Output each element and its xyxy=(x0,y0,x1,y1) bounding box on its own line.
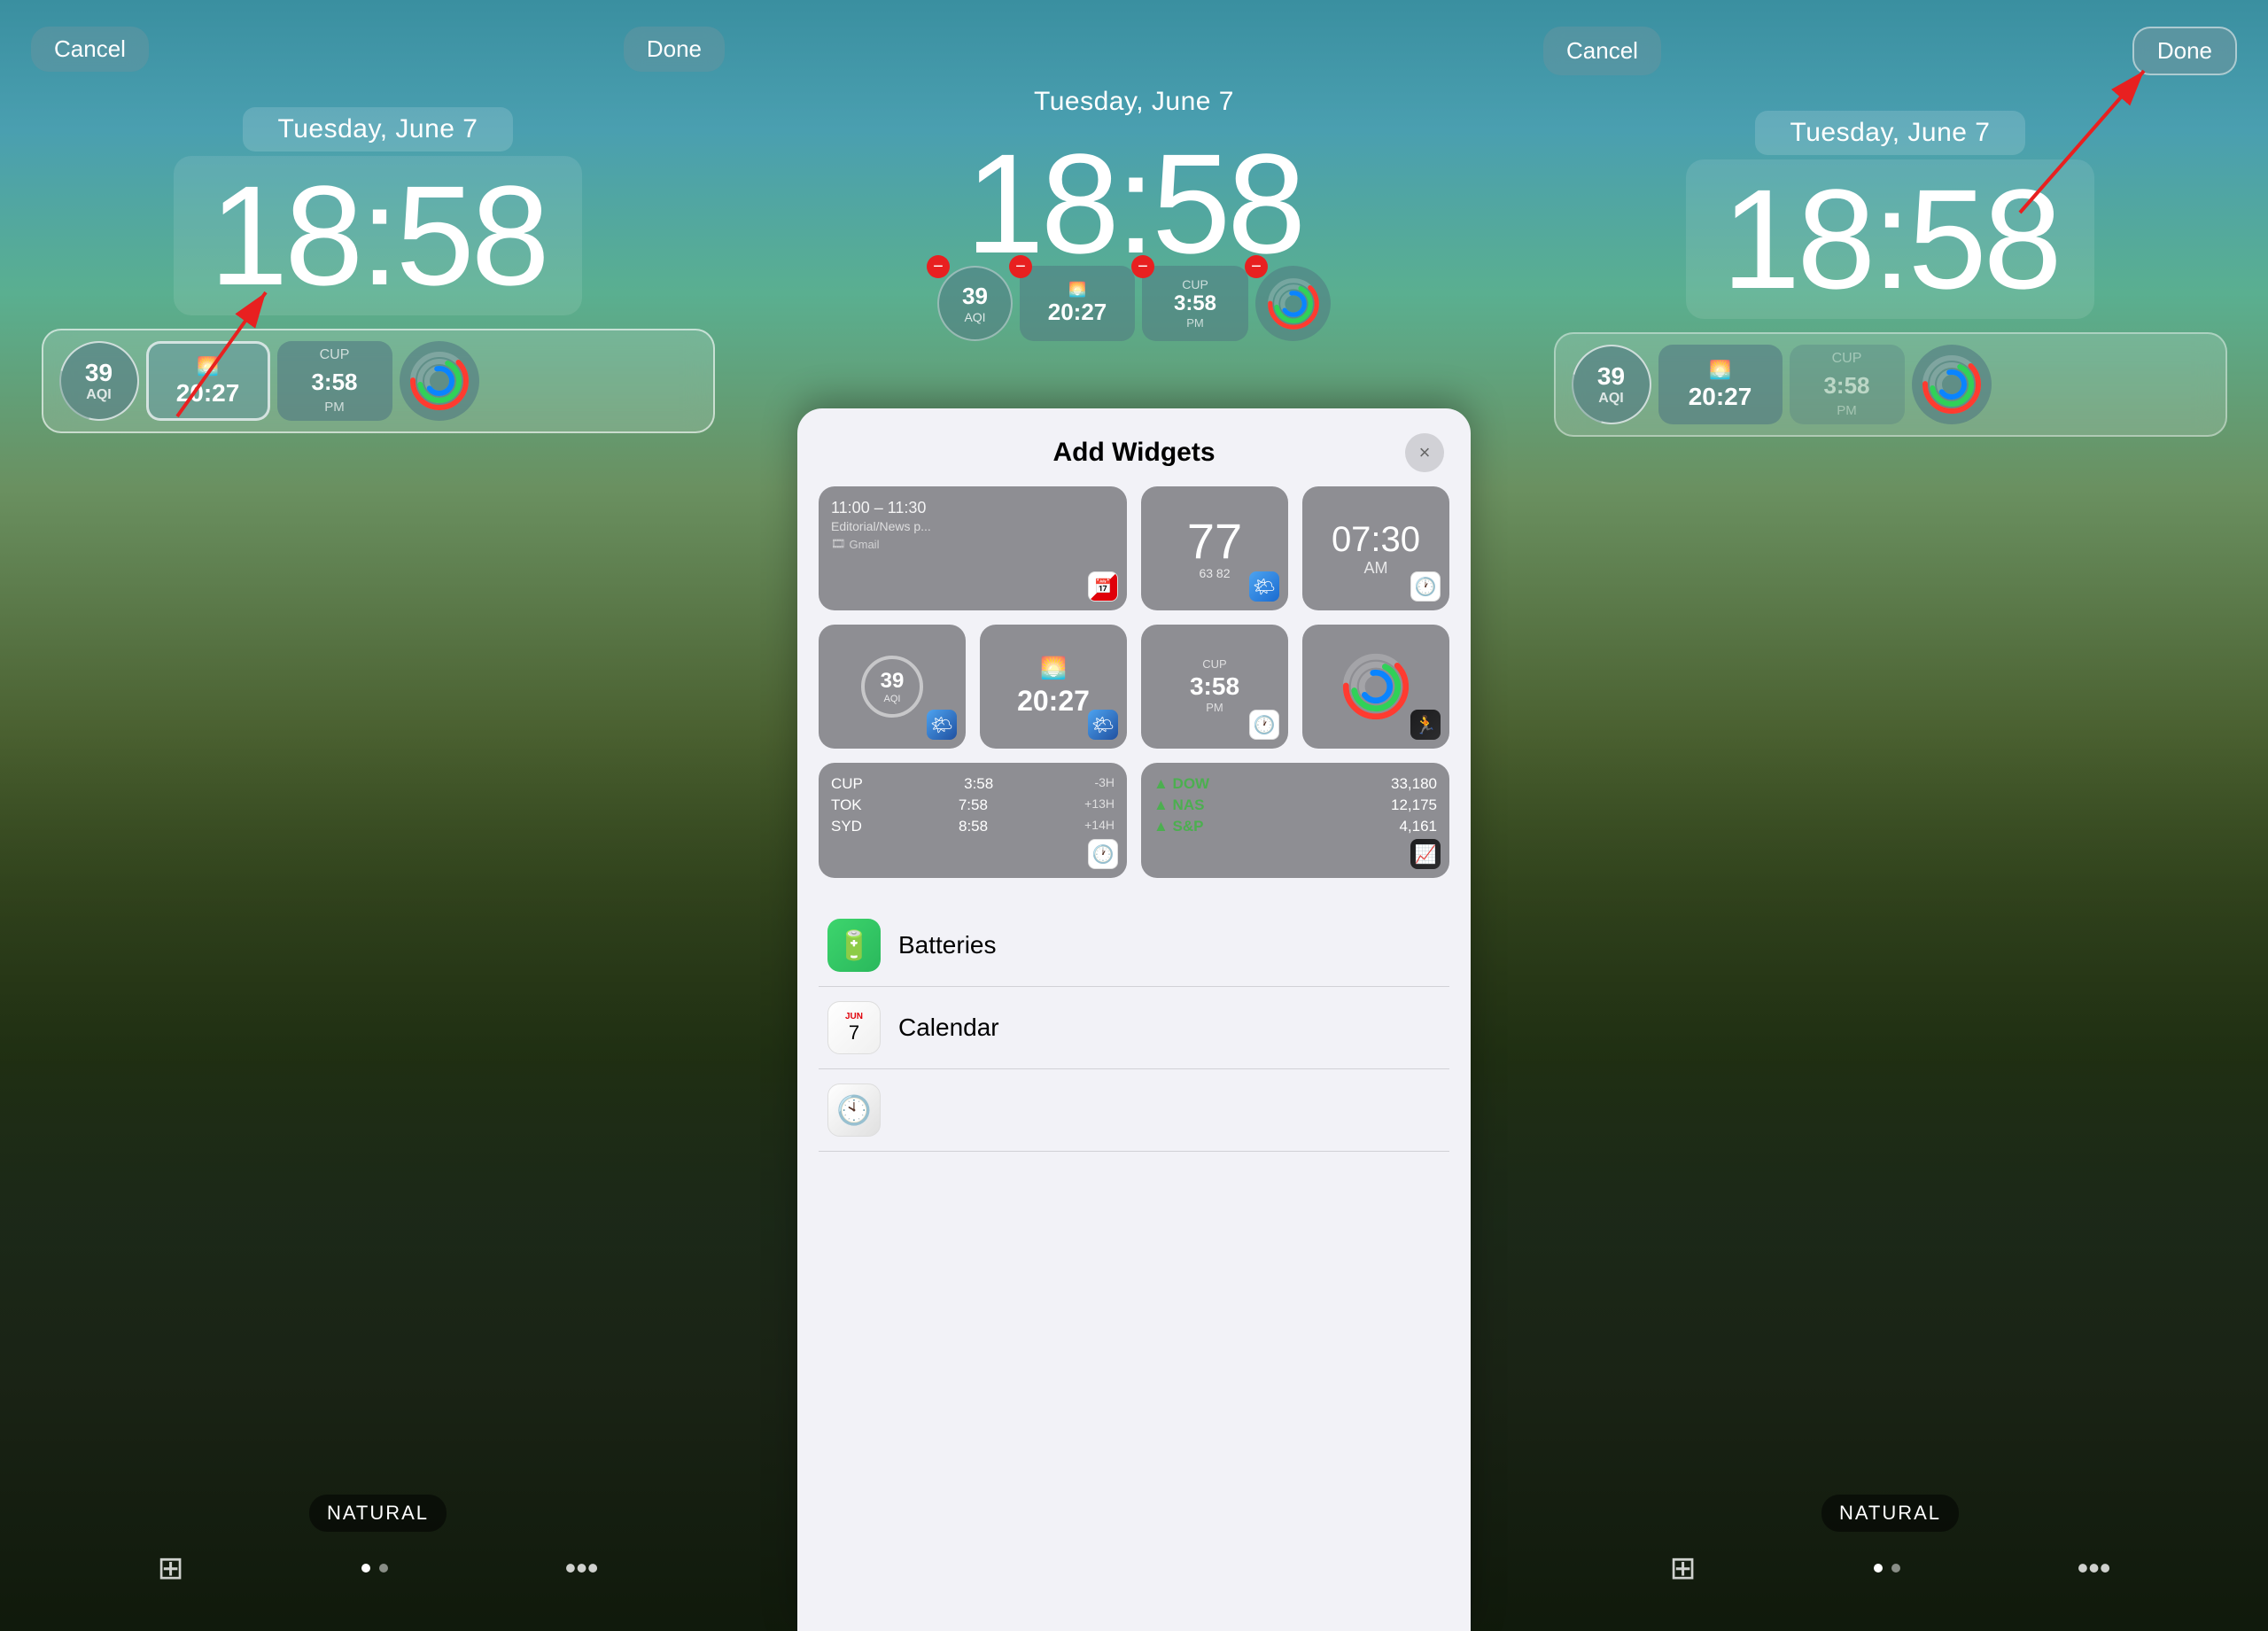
left-cancel-button[interactable]: Cancel xyxy=(31,27,149,72)
dot-1 xyxy=(361,1564,370,1573)
clock-badge: 🕐 xyxy=(1410,571,1441,602)
minus-aqi[interactable]: − xyxy=(927,255,950,278)
middle-widget-bar: 39 AQI − 🌅 20:27 − CUP 3:58 PM − xyxy=(937,266,1331,341)
mid-clock-edit: 🌅 20:27 − xyxy=(1020,266,1135,341)
right-panel: Cancel Done Tuesday, June 7 18:58 39 AQI… xyxy=(1512,0,2268,1631)
left-panel: Cancel Done Tuesday, June 7 18:58 39 AQI… xyxy=(0,0,756,1631)
modal-header: Add Widgets × xyxy=(797,408,1471,486)
calendar-app-row[interactable]: JUN 7 Calendar xyxy=(819,987,1449,1069)
weather-badge: 🌤 xyxy=(1249,571,1279,602)
left-ring-widget xyxy=(400,341,479,421)
left-top-buttons: Cancel Done xyxy=(0,0,756,72)
mid-aqi-edit: 39 AQI − xyxy=(937,266,1013,341)
minus-clock[interactable]: − xyxy=(1009,255,1032,278)
right-widget-bar: 39 AQI 🌅 20:27 CUP 3:58 PM xyxy=(1554,332,2227,437)
modal-close-button[interactable]: × xyxy=(1405,433,1444,472)
sun-clock-badge: 🌤 xyxy=(1088,710,1118,740)
add-widgets-modal: Add Widgets × 11:00 – 11:30 Editorial/Ne… xyxy=(797,408,1471,1631)
cup-clock-badge: 🕐 xyxy=(1249,710,1279,740)
left-more-icon: ••• xyxy=(565,1549,599,1587)
mid-cup-edit: CUP 3:58 PM − xyxy=(1142,266,1248,341)
left-page-dots xyxy=(361,1564,388,1573)
right-aqi-widget: 39 AQI xyxy=(1572,345,1651,424)
clock-alarm-cell[interactable]: 07:30 AM 🕐 xyxy=(1302,486,1449,610)
right-filter-label: NATURAL xyxy=(1821,1495,1959,1532)
calendar-icon: JUN 7 xyxy=(827,1001,881,1054)
calendar-widget-cell[interactable]: 11:00 – 11:30 Editorial/News p... 🎞 Gmai… xyxy=(819,486,1127,610)
batteries-app-row[interactable]: 🔋 Batteries xyxy=(819,905,1449,987)
ring-badge: 🏃 xyxy=(1410,710,1441,740)
left-done-button[interactable]: Done xyxy=(624,27,725,72)
right-page-dots xyxy=(1874,1564,1900,1573)
stocks-badge: 📈 xyxy=(1410,839,1441,869)
left-arrow xyxy=(89,283,310,461)
right-arrow xyxy=(1949,35,2215,257)
middle-panel: Tuesday, June 7 18:58 39 AQI − 🌅 20:27 −… xyxy=(756,0,1512,1631)
right-cup-widget: CUP 3:58 PM xyxy=(1790,345,1905,424)
modal-title: Add Widgets xyxy=(863,438,1405,468)
calendar-label: Calendar xyxy=(898,1014,999,1042)
stocks-widget-cell[interactable]: ▲ DOW 33,180 ▲ NAS 12,175 ▲ S&P 4,161 📈 xyxy=(1141,763,1449,878)
left-filter-label: NATURAL xyxy=(309,1495,447,1532)
calendar-badge: 📅 xyxy=(1088,571,1118,602)
minus-cup[interactable]: − xyxy=(1131,255,1154,278)
right-cancel-button[interactable]: Cancel xyxy=(1543,27,1661,75)
batteries-label: Batteries xyxy=(898,931,997,959)
left-bottom-icons: ⊞ ••• xyxy=(158,1549,599,1587)
left-date: Tuesday, June 7 xyxy=(243,107,514,151)
right-sun-icon: 🌅 xyxy=(1709,359,1731,381)
batteries-icon: 🔋 xyxy=(827,919,881,972)
right-bottom-icons: ⊞ ••• xyxy=(1670,1549,2111,1587)
right-dot-2 xyxy=(1891,1564,1900,1573)
right-dot-1 xyxy=(1874,1564,1883,1573)
right-clock-widget: 🌅 20:27 xyxy=(1658,345,1783,424)
right-ring-widget xyxy=(1912,345,1992,424)
clock-app-row[interactable]: 🕙 xyxy=(819,1069,1449,1152)
mid-ring-edit: − xyxy=(1255,266,1331,341)
aqi-badge: 🌤 xyxy=(927,710,957,740)
aqi-widget-cell[interactable]: 39 AQI 🌤 xyxy=(819,625,966,749)
right-photo-icon: ⊞ xyxy=(1670,1549,1697,1587)
ring-widget-cell[interactable]: 🏃 xyxy=(1302,625,1449,749)
minus-ring[interactable]: − xyxy=(1245,255,1268,278)
clock-icon: 🕙 xyxy=(827,1083,881,1137)
clock-sun-cell[interactable]: 🌅 20:27 🌤 xyxy=(980,625,1127,749)
tz-badge: 🕐 xyxy=(1088,839,1118,869)
app-list: 🔋 Batteries JUN 7 Calendar 🕙 xyxy=(797,896,1471,1161)
middle-time: 18:58 xyxy=(939,128,1329,279)
middle-date: Tuesday, June 7 xyxy=(1016,80,1252,124)
dot-2 xyxy=(379,1564,388,1573)
left-photo-icon: ⊞ xyxy=(158,1549,184,1587)
weather-temp-cell[interactable]: 77 63 82 🌤 xyxy=(1141,486,1288,610)
right-bottom-bar: NATURAL ⊞ ••• xyxy=(1512,1495,2268,1587)
widget-grid: 11:00 – 11:30 Editorial/News p... 🎞 Gmai… xyxy=(797,486,1471,896)
cup-clock-cell[interactable]: CUP 3:58 PM 🕐 xyxy=(1141,625,1288,749)
left-bottom-bar: NATURAL ⊞ ••• xyxy=(0,1495,756,1587)
timezone-widget-cell[interactable]: CUP 3:58 -3H TOK 7:58 +13H SYD 8:58 +14H xyxy=(819,763,1127,878)
right-more-icon: ••• xyxy=(2078,1549,2111,1587)
